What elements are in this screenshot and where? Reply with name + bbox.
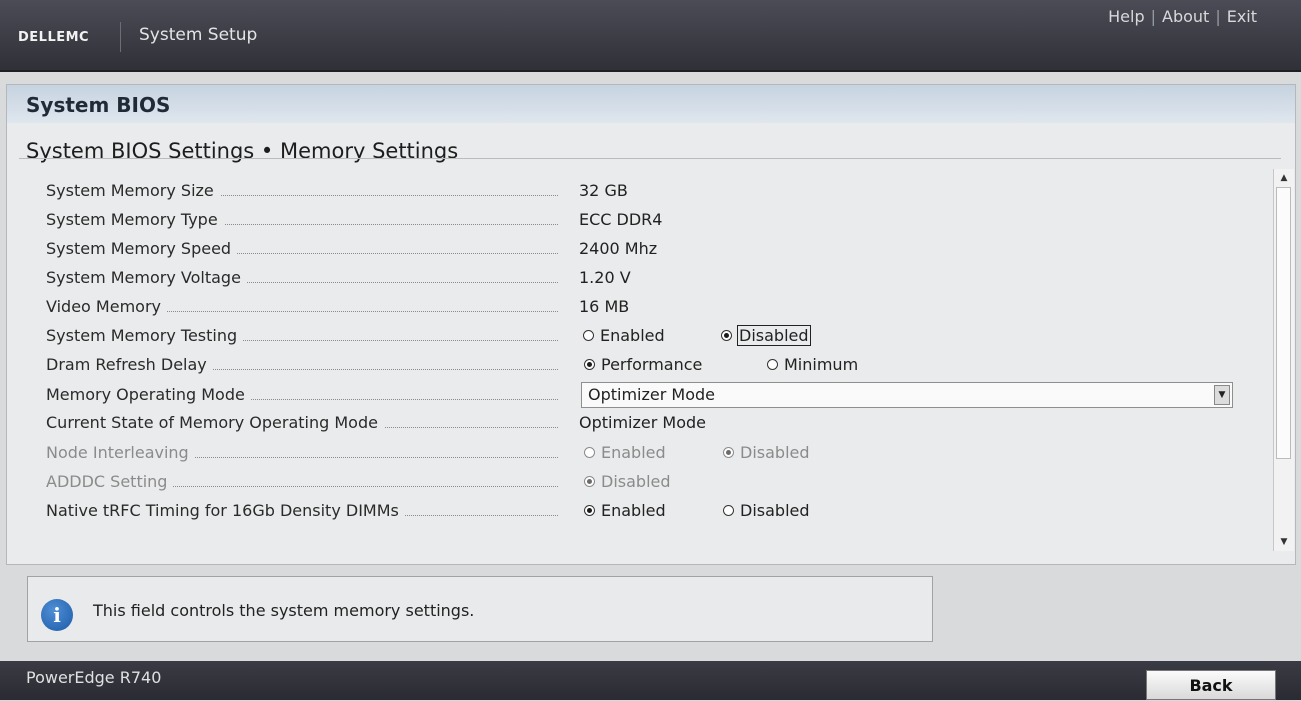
setting-value: 32 GB <box>579 181 628 200</box>
radio-selected-icon <box>723 447 734 458</box>
setting-row-dram-refresh: Dram Refresh Delay Performance Minimum <box>7 355 1267 383</box>
radio-selected-icon <box>584 505 595 516</box>
breadcrumb: System BIOS Settings • Memory Settings <box>26 139 459 163</box>
memory-operating-mode-select[interactable]: Optimizer Mode ▼ <box>581 382 1233 408</box>
panel-header: System BIOS <box>7 85 1295 123</box>
help-text: This field controls the system memory se… <box>93 601 475 620</box>
setting-value: 16 MB <box>579 297 630 316</box>
setting-row-current-mode: Current State of Memory Operating Mode O… <box>7 413 1267 441</box>
setting-row-memory-size: System Memory Size 32 GB <box>7 181 1267 209</box>
setting-value: ECC DDR4 <box>579 210 663 229</box>
top-links: Help | About | Exit <box>1108 7 1257 26</box>
setting-row-memory-type: System Memory Type ECC DDR4 <box>7 210 1267 238</box>
setting-label: Current State of Memory Operating Mode <box>46 413 558 441</box>
model-name: PowerEdge R740 <box>26 668 162 687</box>
dram-refresh-minimum-radio[interactable]: Minimum <box>767 355 858 374</box>
bios-panel: System BIOS System BIOS Settings • Memor… <box>6 84 1296 565</box>
radio-selected-icon <box>584 476 595 487</box>
setting-label: Node Interleaving <box>46 443 558 471</box>
breadcrumb-divider <box>19 158 1281 159</box>
setting-label: Video Memory <box>46 297 558 325</box>
info-icon: i <box>41 599 73 631</box>
radio-unselected-icon <box>723 505 734 516</box>
setting-label: System Memory Voltage <box>46 268 558 296</box>
memory-testing-enabled-radio[interactable]: Enabled <box>583 326 665 345</box>
setting-label: System Memory Speed <box>46 239 558 267</box>
setting-row-node-interleaving: Node Interleaving Enabled Disabled <box>7 443 1267 471</box>
setting-row-video-memory: Video Memory 16 MB <box>7 297 1267 325</box>
radio-unselected-icon <box>767 359 778 370</box>
select-value: Optimizer Mode <box>588 385 715 404</box>
radio-unselected-icon <box>584 447 595 458</box>
setting-label: System Memory Testing <box>46 326 558 354</box>
top-bar: DELLEMC System Setup Help | About | Exit <box>0 0 1301 72</box>
setting-label: ADDDC Setting <box>46 472 558 500</box>
app-title: System Setup <box>139 25 258 45</box>
setting-row-memory-testing: System Memory Testing Enabled Disabled <box>7 325 1267 354</box>
setting-label: Native tRFC Timing for 16Gb Density DIMM… <box>46 501 558 529</box>
setting-label: System Memory Type <box>46 210 558 238</box>
scroll-down-icon[interactable]: ▼ <box>1276 535 1292 549</box>
radio-selected-icon <box>721 330 732 341</box>
node-interleaving-enabled-radio: Enabled <box>584 443 666 462</box>
radio-unselected-icon <box>583 330 594 341</box>
native-trfc-enabled-radio[interactable]: Enabled <box>584 501 666 520</box>
setting-label: Memory Operating Mode <box>46 385 558 413</box>
setting-label: Dram Refresh Delay <box>46 355 558 383</box>
dram-refresh-performance-radio[interactable]: Performance <box>584 355 702 374</box>
help-box: i This field controls the system memory … <box>27 576 933 642</box>
setting-row-adddc: ADDDC Setting Disabled <box>7 472 1267 500</box>
setting-value: 1.20 V <box>579 268 631 287</box>
dell-emc-logo: DELLEMC <box>18 30 90 45</box>
setting-row-operating-mode: Memory Operating Mode Optimizer Mode ▼ <box>7 382 1267 413</box>
settings-list: System Memory Size 32 GB System Memory T… <box>7 171 1273 551</box>
help-link[interactable]: Help <box>1108 7 1144 26</box>
radio-selected-icon <box>584 359 595 370</box>
setting-value: Optimizer Mode <box>579 413 706 432</box>
link-separator: | <box>1215 7 1221 26</box>
setting-row-memory-speed: System Memory Speed 2400 Mhz <box>7 239 1267 267</box>
link-separator: | <box>1150 7 1156 26</box>
settings-scrollbar[interactable]: ▲ ▼ <box>1273 169 1294 551</box>
adddc-disabled-radio: Disabled <box>584 472 671 491</box>
scroll-thumb[interactable] <box>1276 187 1291 459</box>
title-divider <box>120 22 121 52</box>
scroll-up-icon[interactable]: ▲ <box>1276 171 1292 185</box>
setting-value: 2400 Mhz <box>579 239 658 258</box>
memory-testing-disabled-radio[interactable]: Disabled <box>721 325 811 346</box>
panel-title: System BIOS <box>26 93 171 117</box>
chevron-down-icon[interactable]: ▼ <box>1214 385 1230 405</box>
setting-row-native-trfc: Native tRFC Timing for 16Gb Density DIMM… <box>7 501 1267 529</box>
setting-label: System Memory Size <box>46 181 558 209</box>
setting-row-memory-voltage: System Memory Voltage 1.20 V <box>7 268 1267 296</box>
back-button[interactable]: Back <box>1146 670 1276 700</box>
bottom-bar: PowerEdge R740 Back <box>0 661 1301 700</box>
about-link[interactable]: About <box>1162 7 1209 26</box>
native-trfc-disabled-radio[interactable]: Disabled <box>723 501 810 520</box>
node-interleaving-disabled-radio: Disabled <box>723 443 810 462</box>
exit-link[interactable]: Exit <box>1227 7 1257 26</box>
